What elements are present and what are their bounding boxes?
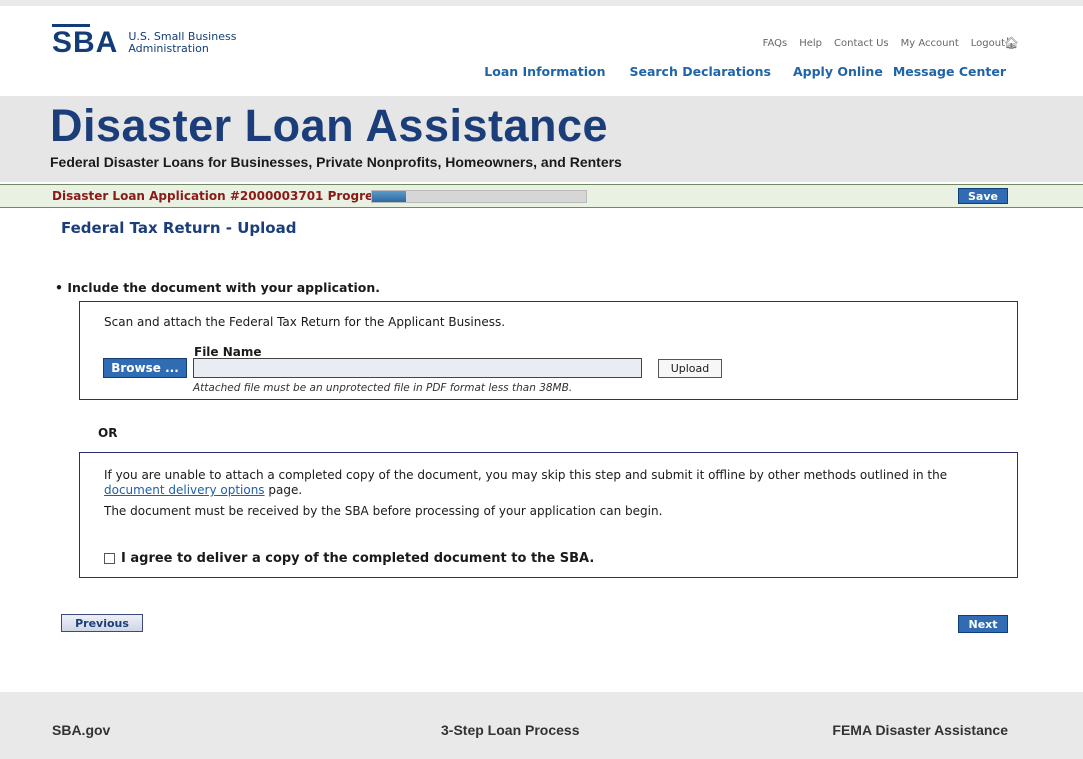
nav-message-center[interactable]: Message Center — [893, 64, 1006, 79]
banner: Disaster Loan Assistance Federal Disaste… — [0, 96, 1083, 182]
upload-box: Scan and attach the Federal Tax Return f… — [79, 301, 1018, 400]
utility-contact-link[interactable]: Contact Us — [834, 38, 889, 49]
banner-title: Disaster Loan Assistance — [50, 100, 609, 151]
nav-search-declarations[interactable]: Search Declarations — [629, 64, 771, 79]
upload-button[interactable]: Upload — [658, 359, 722, 378]
instruction-text: • Include the document with your applica… — [55, 280, 380, 295]
utility-my-account-link[interactable]: My Account — [901, 38, 959, 49]
offline-text-a: If you are unable to attach a completed … — [104, 468, 948, 482]
agree-label[interactable]: I agree to deliver a copy of the complet… — [121, 551, 594, 566]
footer: SBA.gov 3-Step Loan Process FEMA Disaste… — [0, 692, 1083, 759]
utility-help-link[interactable]: Help — [799, 38, 822, 49]
nav-loan-information[interactable]: Loan Information — [484, 64, 605, 79]
banner-subtitle: Federal Disaster Loans for Businesses, P… — [50, 154, 622, 170]
sba-logo[interactable]: SBA U.S. Small Business Administration — [52, 24, 236, 59]
sba-logo-mark: SBA — [52, 24, 119, 59]
upload-instruction: Scan and attach the Federal Tax Return f… — [104, 315, 506, 329]
progress-track — [371, 190, 587, 203]
agree-row[interactable]: I agree to deliver a copy of the complet… — [104, 551, 594, 566]
offline-box: If you are unable to attach a completed … — [79, 452, 1018, 578]
document-delivery-options-link[interactable]: document delivery options — [104, 483, 265, 497]
footer-loan-process-link[interactable]: 3-Step Loan Process — [441, 722, 580, 738]
browse-button[interactable]: Browse ... — [103, 358, 187, 378]
file-hint: Attached file must be an unprotected fil… — [193, 382, 573, 394]
file-name-label: File Name — [194, 345, 262, 359]
offline-text-b: page. — [264, 483, 303, 497]
save-button[interactable]: Save — [958, 188, 1008, 204]
logo-bar — [52, 24, 90, 27]
logo-line2: Administration — [128, 42, 209, 55]
utility-logout-link[interactable]: Logout — [971, 38, 1005, 49]
previous-button[interactable]: Previous — [61, 614, 143, 632]
next-button[interactable]: Next — [958, 615, 1008, 633]
page-title: Federal Tax Return - Upload — [61, 219, 297, 237]
progress-label: Disaster Loan Application #2000003701 Pr… — [52, 189, 388, 203]
offline-paragraph: If you are unable to attach a completed … — [104, 468, 1004, 498]
processing-note: The document must be received by the SBA… — [104, 504, 663, 518]
logo-mark-text: SBA — [52, 26, 119, 59]
site-header: SBA U.S. Small Business Administration F… — [0, 6, 1083, 96]
file-name-input[interactable] — [193, 358, 642, 378]
logo-text: U.S. Small Business Administration — [128, 31, 236, 55]
main-nav: Loan Information Search Declarations App… — [484, 64, 1006, 79]
footer-sba-gov-link[interactable]: SBA.gov — [52, 722, 110, 738]
utility-nav: FAQs Help Contact Us My Account Logout — [763, 38, 1005, 49]
nav-apply-online[interactable]: Apply Online — [793, 64, 883, 79]
utility-faqs-link[interactable]: FAQs — [763, 38, 788, 49]
home-icon[interactable]: 🏠︎ — [1004, 36, 1019, 50]
footer-fema-link[interactable]: FEMA Disaster Assistance — [832, 722, 1008, 738]
or-separator: OR — [98, 426, 118, 440]
progress-fill — [372, 191, 407, 202]
agree-checkbox[interactable] — [104, 553, 115, 564]
progress-bar-strip: Disaster Loan Application #2000003701 Pr… — [0, 184, 1083, 208]
